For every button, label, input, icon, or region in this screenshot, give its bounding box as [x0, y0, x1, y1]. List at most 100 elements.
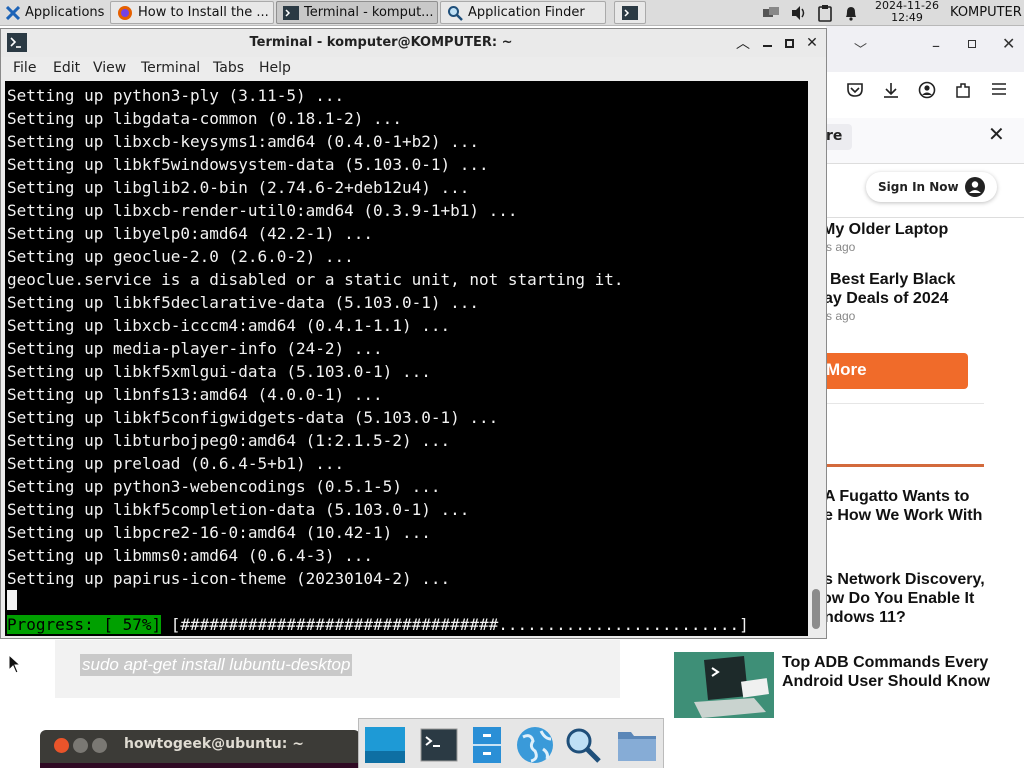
progress-bar-text: [#################################......…: [161, 615, 749, 634]
pocket-icon[interactable]: [846, 82, 864, 98]
task-terminal-2[interactable]: [614, 1, 646, 24]
menu-help[interactable]: Help: [259, 60, 291, 76]
scrollbar-thumb[interactable]: [812, 589, 820, 629]
terminal-titlebar[interactable]: Terminal - komputer@KOMPUTER: ~ ︿ ✕: [1, 29, 826, 57]
code-snippet[interactable]: sudo apt-get install lubuntu-desktop: [80, 654, 353, 676]
terminal-line: Setting up libkf5configwidgets-data (5.1…: [7, 408, 499, 427]
terminal-line: Setting up libglib2.0-bin (2.74.6-2+deb1…: [7, 178, 470, 197]
terminal-window: Terminal - komputer@KOMPUTER: ~ ︿ ✕ File…: [0, 28, 827, 639]
adb-article-title[interactable]: Top ADB Commands Every Android User Shou…: [782, 653, 990, 691]
ubuntu-maximize-icon: [92, 738, 107, 753]
task-app-finder-label: Application Finder: [468, 5, 585, 20]
ubuntu-close-icon: [54, 738, 69, 753]
terminal-scrollbar[interactable]: [808, 81, 825, 636]
terminal-line: Setting up python3-ply (3.11-5) ...: [7, 86, 345, 105]
task-browser-label: How to Install the ...: [138, 5, 269, 20]
terminal-line: Setting up libkf5completion-data (5.103.…: [7, 500, 470, 519]
article-meta-2: rs ago: [822, 309, 856, 323]
maximize-button[interactable]: [779, 33, 799, 53]
download-icon[interactable]: [882, 81, 900, 99]
menu-terminal[interactable]: Terminal: [141, 60, 200, 76]
dock: [358, 718, 664, 768]
task-browser[interactable]: How to Install the ...: [110, 1, 274, 24]
terminal-line: Setting up media-player-info (24-2) ...: [7, 339, 383, 358]
find-input[interactable]: re: [826, 124, 852, 150]
user-avatar-icon: [964, 177, 985, 197]
section-divider: [826, 464, 984, 467]
divider: [826, 403, 984, 404]
menu-edit[interactable]: Edit: [53, 60, 80, 76]
close-button[interactable]: ✕: [802, 33, 822, 53]
ubuntu-terminal-screenshot: howtogeek@ubuntu: ~: [40, 730, 360, 768]
mouse-pointer-icon: [8, 654, 22, 674]
menu-icon[interactable]: [990, 82, 1008, 96]
adb-article-title-line1: Top ADB Commands Every: [782, 654, 989, 671]
article-title-4c[interactable]: ndows 11?: [824, 608, 906, 627]
terminal-line: Setting up libxcb-keysyms1:amd64 (0.4.0-…: [7, 132, 480, 151]
terminal-line: Setting up libkf5xmlgui-data (5.103.0-1)…: [7, 362, 431, 381]
applications-menu-button[interactable]: Applications ☰: [0, 1, 108, 24]
article-title-3a[interactable]: A Fugatto Wants to: [824, 487, 969, 506]
terminal-lines: Setting up python3-ply (3.11-5) ... Setti…: [7, 84, 624, 590]
task-terminal[interactable]: Terminal - komput...: [276, 1, 438, 24]
notification-bell-icon[interactable]: [842, 4, 860, 22]
firefox-icon: [118, 5, 132, 20]
account-icon[interactable]: [918, 81, 936, 99]
user-menu[interactable]: KOMPUTER: [950, 5, 1022, 20]
close-icon[interactable]: ✕: [1002, 34, 1015, 53]
terminal-line: Setting up libmms0:amd64 (0.6.4-3) ...: [7, 546, 374, 565]
apt-progress-row: Progress: [ 57%] [######################…: [7, 613, 749, 636]
terminal-icon: [420, 728, 458, 762]
network-icon[interactable]: [762, 4, 780, 22]
dock-show-desktop[interactable]: [363, 723, 407, 767]
terminal-line: Setting up preload (0.6.4-5+b1) ...: [7, 454, 345, 473]
search-icon: [448, 5, 463, 21]
terminal-line: Setting up libkf5windowsystem-data (5.10…: [7, 155, 489, 174]
menu-file[interactable]: File: [13, 60, 36, 76]
browser-titlebar: ﹀ – ✕: [826, 26, 1024, 72]
text-cursor: [7, 590, 17, 610]
xfce-mouse-icon: [6, 5, 20, 20]
adb-article-thumbnail[interactable]: [674, 652, 774, 718]
window-menu-chevron-up-icon[interactable]: ︿: [733, 33, 753, 53]
article-title-4a[interactable]: s Network Discovery,: [824, 570, 985, 589]
article-title-2b[interactable]: ay Deals of 2024: [824, 289, 949, 308]
maximize-icon[interactable]: [968, 40, 976, 48]
article-title-2a[interactable]: Best Early Black: [830, 270, 955, 289]
dock-home-folder[interactable]: [615, 723, 659, 767]
volume-icon[interactable]: [790, 4, 808, 22]
more-button[interactable]: More: [826, 353, 968, 389]
sign-in-button[interactable]: Sign In Now: [866, 172, 997, 202]
menu-view[interactable]: View: [93, 60, 126, 76]
terminal-icon: [283, 5, 299, 20]
adb-article-title-line2: Android User Should Know: [782, 673, 990, 690]
site-header: Sign In Now: [826, 164, 1024, 218]
terminal-line: Setting up libxcb-render-util0:amd64 (0.…: [7, 201, 518, 220]
sign-in-label: Sign In Now: [878, 180, 959, 194]
terminal-line: Setting up libkf5declarative-data (5.103…: [7, 293, 480, 312]
terminal-line: geoclue.service is a disabled or a stati…: [7, 270, 624, 289]
terminal-output[interactable]: Setting up python3-ply (3.11-5) ... Setti…: [5, 81, 808, 636]
article-title-1[interactable]: My Older Laptop: [822, 220, 948, 239]
minimize-icon[interactable]: –: [932, 36, 940, 55]
clock[interactable]: 2024-11-26 12:49: [868, 0, 946, 24]
dock-file-cabinet[interactable]: [465, 723, 509, 767]
menu-tabs[interactable]: Tabs: [213, 60, 244, 76]
clipboard-icon[interactable]: [816, 4, 834, 22]
close-findbar-icon[interactable]: ✕: [988, 122, 1005, 146]
article-title-3b[interactable]: e How We Work With: [824, 506, 982, 525]
extensions-icon[interactable]: [954, 81, 972, 99]
tab-list-chevron-icon[interactable]: ﹀: [854, 39, 867, 58]
clock-time: 12:49: [891, 11, 923, 24]
search-icon: [566, 728, 601, 763]
show-desktop-icon: [365, 727, 405, 763]
laptop-illustration-icon: [674, 652, 774, 718]
task-app-finder[interactable]: Application Finder: [440, 1, 606, 24]
terminal-line: Setting up libnfs13:amd64 (4.0.0-1) ...: [7, 385, 383, 404]
dock-app-finder[interactable]: [561, 723, 605, 767]
article-title-4b[interactable]: ow Do You Enable It: [822, 589, 974, 608]
dock-web-browser[interactable]: [513, 723, 557, 767]
terminal-icon: [622, 5, 638, 20]
dock-terminal[interactable]: [417, 723, 461, 767]
minimize-button[interactable]: [757, 33, 777, 53]
